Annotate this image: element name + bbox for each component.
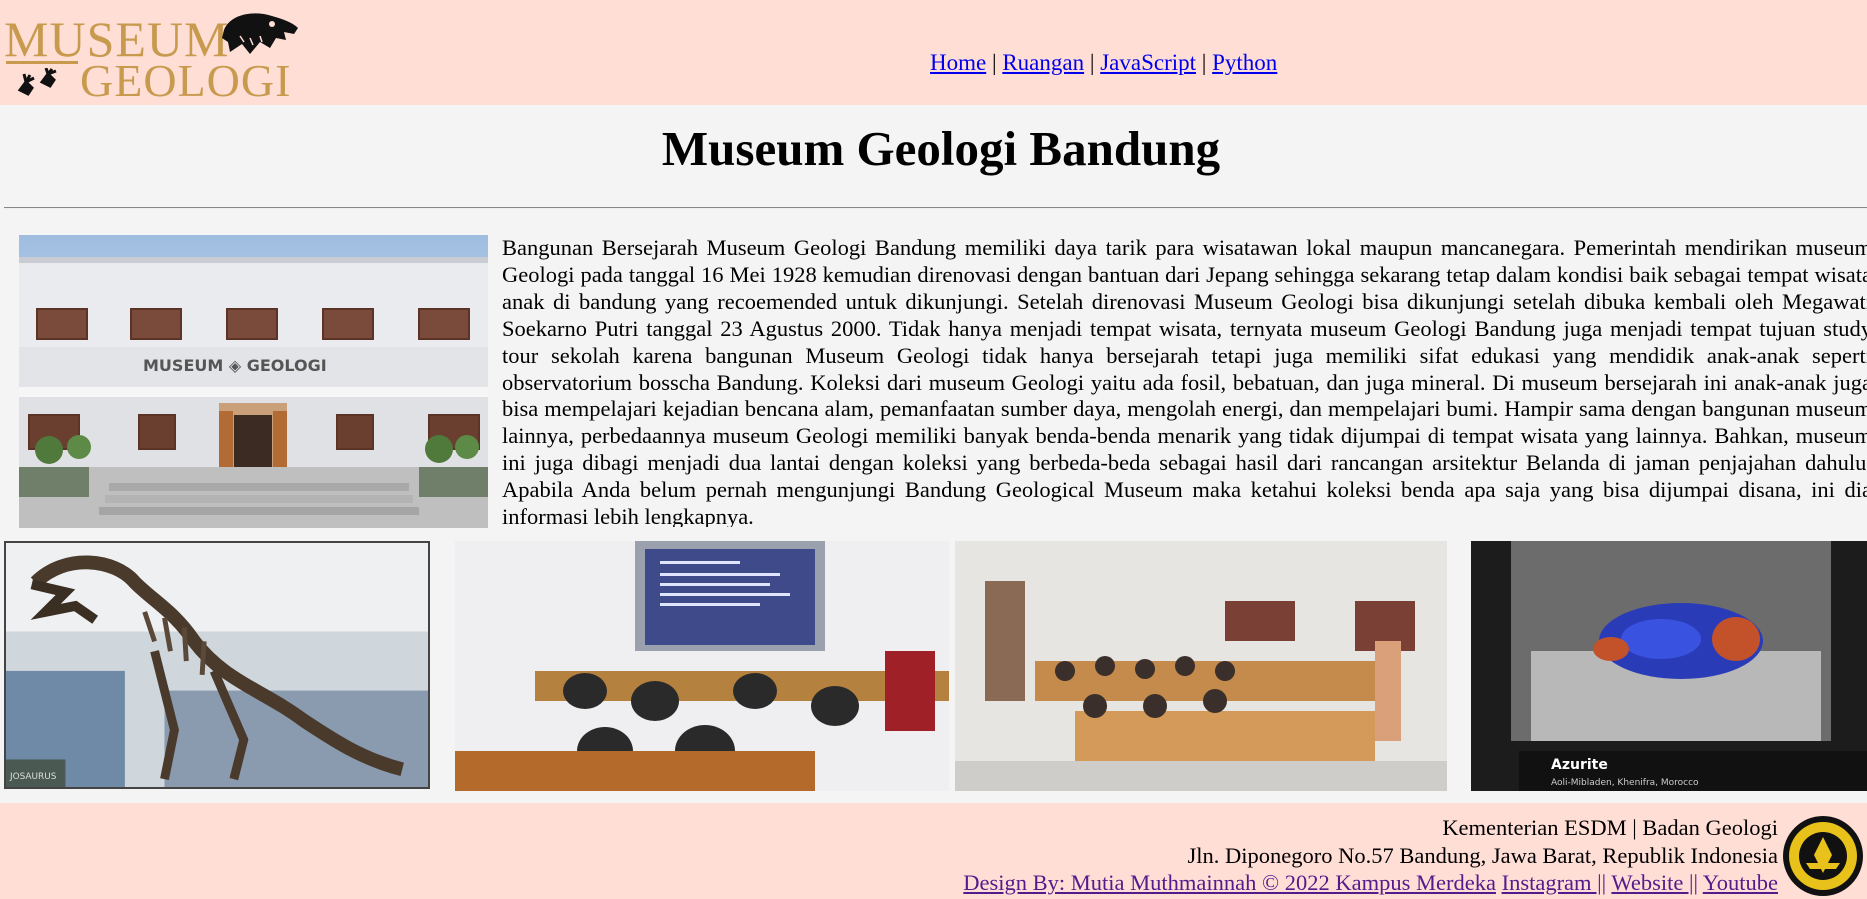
dinosaur-skull-icon <box>222 13 298 54</box>
mineral-name: Azurite <box>1551 757 1608 773</box>
mineral-origin: Aoli-Mibladen, Khenifra, Morocco <box>1551 778 1699 788</box>
logo-divider <box>6 61 78 64</box>
exhibit-sign-text: JOSAURUS <box>9 772 57 782</box>
nav-ruangan-link[interactable]: Ruangan <box>1002 50 1084 75</box>
esdm-emblem-icon <box>1783 816 1863 896</box>
azurite-mineral-photo: Azurite Aoli-Mibladen, Khenifra, Morocco <box>1471 541 1867 791</box>
footer-address: Jln. Diponegoro No.57 Bandung, Jawa Bara… <box>1187 843 1778 868</box>
footer-links: Design By: Mutia Muthmainnah © 2022 Kamp… <box>963 870 1778 896</box>
footer-instagram-link[interactable]: Instagram || <box>1502 870 1607 895</box>
museum-geologi-logo[interactable]: MUSEUM GEOLOGI <box>2 6 302 104</box>
lecture-room-photo <box>455 541 949 791</box>
footer-youtube-link[interactable]: Youtube <box>1703 870 1778 895</box>
nav-separator: | <box>1089 50 1095 75</box>
nav-javascript-link[interactable]: JavaScript <box>1100 50 1196 75</box>
nav-python-link[interactable]: Python <box>1212 50 1277 75</box>
intro-paragraph: Bangunan Bersejarah Museum Geologi Bandu… <box>502 235 1867 527</box>
footprints-icon <box>17 68 57 96</box>
classroom-presentation-photo <box>955 541 1447 791</box>
page-title: Museum Geologi Bandung <box>661 121 1221 176</box>
site-header: MUSEUM GEOLOGI Home | Ruangan | JavaScri… <box>0 0 1867 105</box>
footer-website-link[interactable]: Website || <box>1611 870 1698 895</box>
nav-separator: | <box>1201 50 1207 75</box>
main-nav: Home | Ruangan | JavaScript | Python <box>930 50 1277 76</box>
logo-line2: GEOLOGI <box>80 55 292 106</box>
divider <box>4 207 1867 209</box>
footer-ministry: Kementerian ESDM | Badan Geologi <box>1442 815 1778 840</box>
nav-separator: | <box>991 50 997 75</box>
museum-sign-text: MUSEUM ◈ GEOLOGI <box>143 356 327 375</box>
museum-building-photo: MUSEUM ◈ GEOLOGI <box>19 235 488 528</box>
nav-home-link[interactable]: Home <box>930 50 986 75</box>
site-footer: Kementerian ESDM | Badan Geologi Jln. Di… <box>0 803 1867 899</box>
footer-design-credit-link[interactable]: Design By: Mutia Muthmainnah © 2022 Kamp… <box>963 870 1496 895</box>
dinosaur-skeleton-photo: JOSAURUS <box>4 541 430 789</box>
